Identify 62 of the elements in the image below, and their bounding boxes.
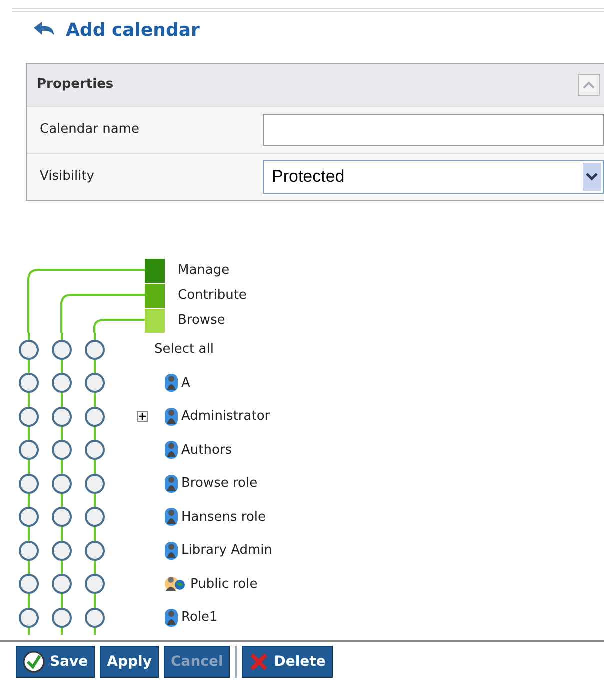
user-icon [164,608,178,627]
x-icon [249,652,270,672]
chevron-up-icon [583,81,595,89]
radio-button[interactable] [84,406,104,427]
radio-button[interactable] [18,406,38,427]
permission-level-label: Manage [178,262,230,280]
calendar-name-field[interactable] [263,114,604,146]
radio-button[interactable] [84,340,104,360]
plus-icon [138,413,146,420]
radio-button[interactable] [84,608,104,628]
radio-button[interactable] [84,507,104,528]
page-title: Add calendar [66,18,200,42]
group-globe-icon [164,575,186,594]
radio-button[interactable] [18,440,38,460]
radio-button[interactable] [84,440,104,460]
radio-button[interactable] [84,540,104,561]
radio-button[interactable] [52,608,72,628]
role-name: Administrator [182,408,270,426]
save-button[interactable]: Save [16,646,96,678]
radio-button[interactable] [18,507,38,528]
permission-level-label: Contribute [178,286,247,305]
panel-title: Properties [37,76,114,94]
role-name: A [182,374,190,392]
radio-button[interactable] [18,373,38,394]
radio-button[interactable] [52,540,72,561]
role-name: Hansens role [182,508,266,526]
radio-button[interactable] [52,373,72,394]
user-icon [164,508,178,526]
user-icon [164,441,178,460]
role-name: Browse role [182,475,258,493]
radio-button[interactable] [52,474,72,494]
radio-button[interactable] [84,474,104,494]
radio-button[interactable] [18,608,38,628]
permission-level-label: Browse [178,312,226,330]
action-button[interactable]: Apply [100,646,159,678]
radio-button[interactable] [52,406,72,427]
field-label: Calendar name [39,121,140,140]
radio-button[interactable] [52,574,72,594]
radio-button[interactable] [52,340,72,360]
role-name: Library Admin [182,542,273,560]
user-icon [164,408,178,426]
radio-button[interactable] [18,474,38,494]
radio-button[interactable] [84,574,104,594]
select-all-label[interactable]: Select all [154,340,214,360]
radio-button[interactable] [18,540,38,561]
radio-button[interactable] [18,340,38,360]
radio-button[interactable] [52,440,72,460]
user-icon [164,474,178,493]
radio-button[interactable] [18,574,38,594]
role-name: Role1 [182,609,218,627]
user-icon [164,542,178,560]
delete-button[interactable]: Delete [242,646,333,678]
checkmark-icon [23,651,45,673]
expand-button[interactable] [136,411,148,422]
field-label: Visibility [39,168,96,186]
role-name: Authors [182,442,232,460]
radio-button[interactable] [84,373,104,394]
role-name: Public role [190,576,258,594]
chevron-down-icon [583,163,601,191]
radio-button[interactable] [52,507,72,528]
user-icon [164,374,178,392]
visibility-select[interactable]: Protected [263,160,604,194]
